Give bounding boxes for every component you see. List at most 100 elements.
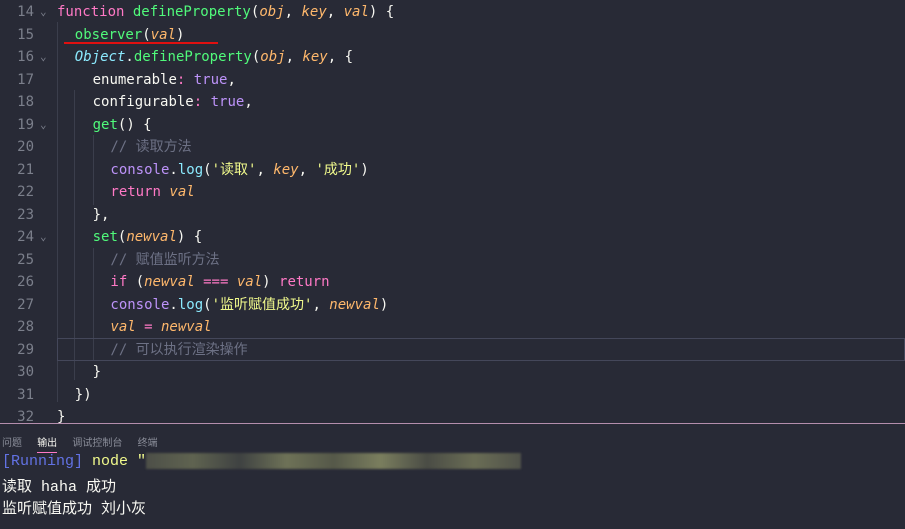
code-token: ( (203, 296, 212, 313)
code-line[interactable]: 19 ⌄ get() { (0, 114, 905, 137)
code-token: . (169, 161, 178, 178)
tab-output[interactable]: 输出 (37, 434, 58, 453)
code-token: val (236, 274, 263, 290)
line-number: 16 (17, 49, 34, 65)
fold-chevron-icon[interactable]: ⌄ (40, 46, 47, 69)
code-token: val (343, 4, 369, 20)
code-token: ) (360, 161, 369, 178)
code-token: val (110, 319, 136, 335)
code-token: , (312, 296, 330, 313)
code-token: log (177, 161, 204, 178)
code-text: }) (75, 384, 92, 407)
code-token: console (110, 296, 170, 313)
code-line[interactable]: 24 ⌄ set(newval) { (0, 226, 905, 249)
code-token: defineProperty (133, 49, 252, 65)
line-number: 17 (17, 71, 34, 88)
output-line: 读取 haha 成功 (2, 479, 117, 496)
code-text: function defineProperty(obj, key, val) { (57, 1, 394, 24)
code-line[interactable]: 22 return val (0, 181, 905, 204)
panel-tabs: 问题 输出 调试控制台 终端 (2, 434, 170, 453)
line-number: 22 (17, 184, 34, 200)
code-token: , (227, 71, 236, 88)
code-token: ( (135, 274, 145, 290)
code-text: get() { (93, 114, 152, 137)
code-token: enumerable (92, 71, 177, 88)
line-number: 26 (17, 274, 34, 290)
code-line[interactable]: 29 // 可以执行渲染操作 (0, 339, 905, 362)
code-token: '成功' (315, 161, 361, 178)
code-token: }, (92, 206, 110, 223)
fold-chevron-icon[interactable]: ⌄ (40, 226, 47, 249)
code-text: configurable: true, (93, 91, 253, 114)
code-token: defineProperty (132, 4, 251, 20)
code-token: val (150, 26, 176, 43)
code-token: }) (74, 386, 92, 403)
command-text: node " (92, 453, 147, 470)
code-token: get (92, 116, 118, 133)
code-token: true (193, 71, 228, 88)
code-text: }, (93, 204, 110, 227)
code-line[interactable]: 31}) (0, 384, 905, 407)
code-token: // 读取方法 (110, 139, 192, 155)
code-line[interactable]: 30} (0, 361, 905, 384)
code-token: configurable (92, 94, 194, 110)
code-line[interactable]: 20 // 读取方法 (0, 136, 905, 159)
code-token: ( (251, 49, 261, 65)
code-token: , (284, 4, 302, 20)
code-token: , (285, 49, 303, 65)
code-line[interactable]: 21 console.log('读取', key, '成功') (0, 159, 905, 182)
output-panel: 问题 输出 调试控制台 终端 [Running] node "\Object.d… (0, 423, 905, 529)
code-line[interactable]: 14 ⌄ function defineProperty(obj, key, val… (0, 1, 905, 24)
code-token: newval (329, 296, 380, 313)
code-token: '监听赋值成功' (211, 296, 313, 313)
code-line[interactable]: 27 console.log('监听赋值成功', newval) (0, 294, 905, 317)
line-number: 18 (17, 94, 34, 110)
code-token: obj (260, 49, 286, 65)
code-token: : (176, 71, 194, 88)
tab-debug-console[interactable]: 调试控制台 (72, 434, 122, 452)
code-token: } (92, 364, 102, 380)
code-line[interactable]: 23}, (0, 204, 905, 227)
code-token: // 赋值监听方法 (110, 251, 220, 268)
code-token: ) (262, 274, 280, 290)
line-number: 31 (17, 386, 34, 403)
code-line[interactable]: 26 if (newval === val) return (0, 271, 905, 294)
code-token: observer (74, 26, 143, 43)
code-line[interactable]: 28 val = newval (0, 316, 905, 339)
line-number: 28 (17, 319, 34, 335)
code-token: function (57, 4, 133, 20)
line-number: 30 (17, 364, 34, 380)
code-token: , { (327, 49, 354, 65)
code-line[interactable]: 18 configurable: true, (0, 91, 905, 114)
code-token: . (169, 296, 178, 313)
output-line: 监听赋值成功 刘小灰 (2, 501, 147, 518)
code-text: if (newval === val) return (110, 271, 329, 294)
line-number: 14 (17, 4, 34, 20)
code-token: newval (126, 229, 177, 245)
code-editor[interactable]: 14 ⌄ function defineProperty(obj, key, val… (0, 0, 905, 428)
code-text: set(newval) { (93, 226, 203, 249)
tab-terminal[interactable]: 终端 (138, 434, 158, 452)
code-token: . (125, 49, 134, 65)
line-number: 19 (17, 116, 34, 133)
code-text: // 读取方法 (110, 136, 191, 159)
fold-chevron-icon[interactable]: ⌄ (40, 1, 47, 24)
code-line[interactable]: 16 ⌄ Object.defineProperty(obj, key, { (0, 46, 905, 69)
code-token: return (279, 274, 330, 290)
line-number: 21 (17, 161, 34, 178)
fold-chevron-icon[interactable]: ⌄ (40, 114, 47, 137)
line-number: 24 (17, 229, 34, 245)
code-text: val = newval (110, 316, 211, 339)
code-line[interactable]: 25 // 赋值监听方法 (0, 249, 905, 272)
line-number: 23 (17, 206, 34, 223)
code-token: ( (203, 161, 212, 178)
code-token: Object (74, 49, 126, 65)
code-token: if (110, 274, 136, 290)
code-line[interactable]: 17 enumerable: true, (0, 69, 905, 92)
code-token: ( (142, 26, 151, 43)
code-text: // 可以执行渲染操作 (110, 339, 247, 362)
code-token: newval (144, 274, 195, 290)
tab-problems[interactable]: 问题 (2, 434, 22, 452)
code-text: console.log('监听赋值成功', newval) (110, 294, 388, 317)
code-token: () { (117, 116, 152, 133)
